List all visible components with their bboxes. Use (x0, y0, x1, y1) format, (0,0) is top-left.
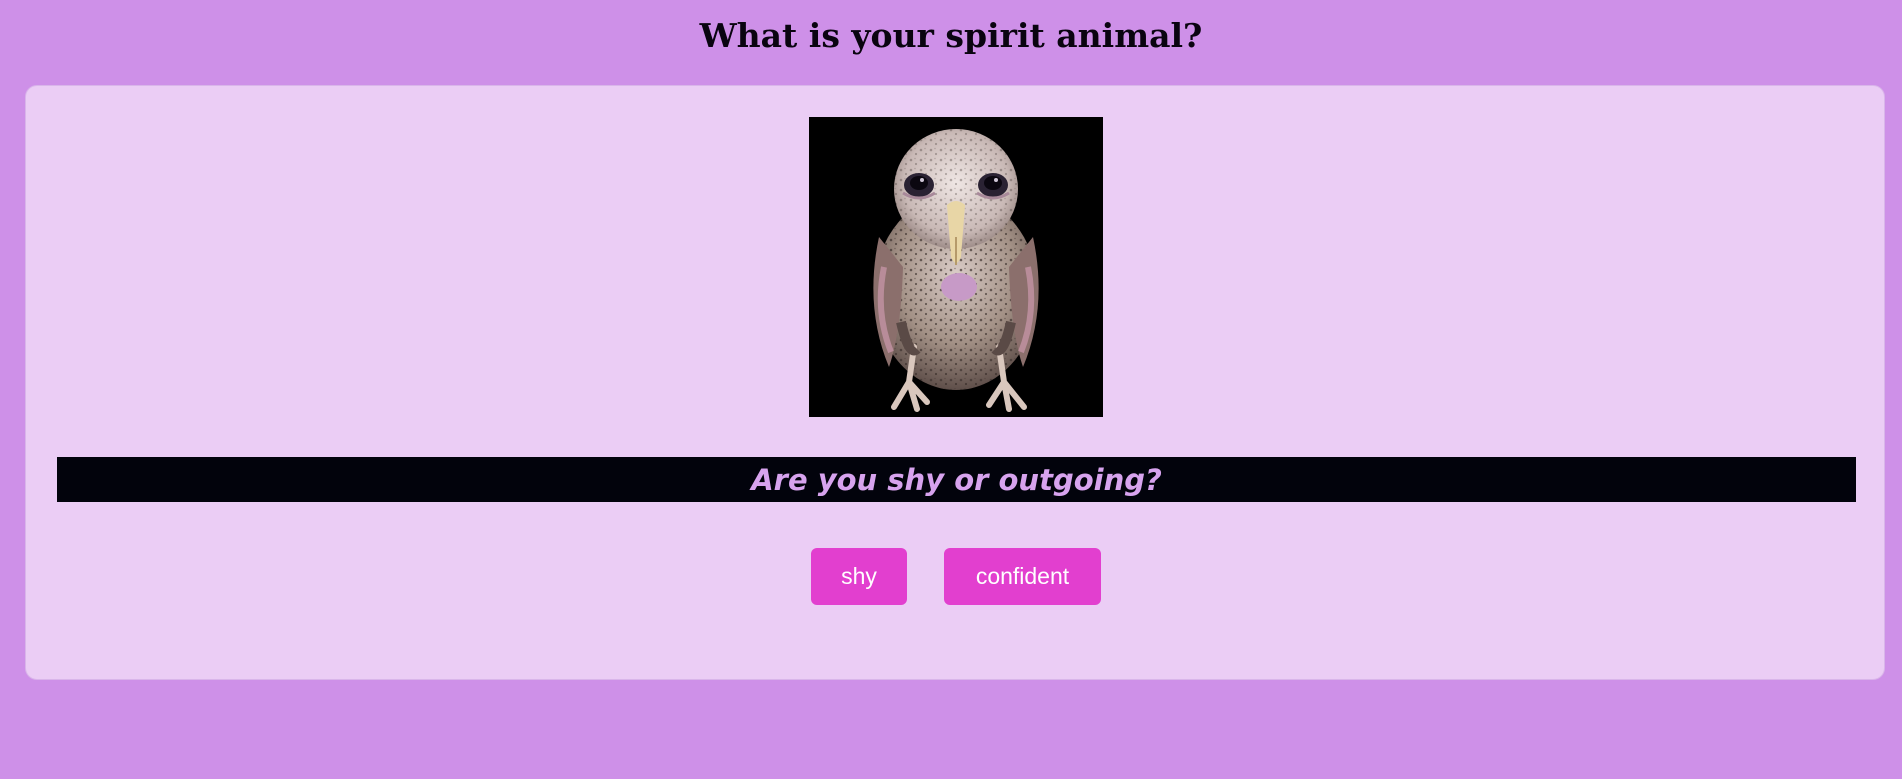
page-title: What is your spirit animal? (699, 16, 1203, 55)
quiz-card: Are you shy or outgoing? shy confident (25, 85, 1885, 680)
owl-image (809, 117, 1103, 417)
owl-photo (809, 117, 1103, 417)
answer-button-shy[interactable]: shy (811, 548, 907, 605)
question-banner: Are you shy or outgoing? (57, 457, 1856, 502)
question-text: Are you shy or outgoing? (751, 462, 1162, 497)
answer-button-confident[interactable]: confident (944, 548, 1101, 605)
